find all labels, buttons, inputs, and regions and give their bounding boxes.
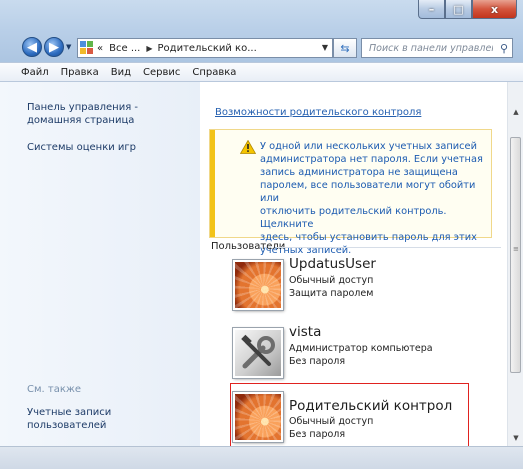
user-avatar-flower bbox=[233, 392, 283, 442]
address-segment-all[interactable]: Все ... bbox=[109, 43, 140, 54]
user-accounts-line2: пользователей bbox=[27, 420, 107, 431]
control-panel-icon bbox=[80, 41, 94, 55]
navigation-bar: ◀ ▶ ▼ « Все ... ▶ Родительский ко... ▼ ⇆… bbox=[0, 30, 523, 62]
window-frame: – □ x ◀ ▶ ▼ « Все ... ▶ Родительский ко.… bbox=[0, 0, 523, 469]
scroll-up-icon[interactable]: ▲ bbox=[509, 104, 523, 119]
scrollbar-thumb[interactable]: ≡ bbox=[510, 137, 521, 373]
user-avatar-flower bbox=[233, 260, 283, 310]
user-accounts-link[interactable]: Учетные записи пользователей bbox=[27, 406, 111, 432]
warning-line: У одной или нескольких учетных записей bbox=[260, 141, 477, 152]
warning-line: администратора нет пароля. Если учетная bbox=[260, 154, 483, 165]
left-pane: Панель управления - домашняя страница Си… bbox=[0, 82, 200, 446]
warning-line: здесь, чтобы установить пароль для этих bbox=[260, 232, 477, 243]
user-account-type: Обычный доступ bbox=[289, 275, 374, 286]
maximize-icon: □ bbox=[453, 2, 464, 16]
close-button[interactable]: x bbox=[472, 0, 517, 19]
address-arrow-icon[interactable]: ▶ bbox=[146, 44, 152, 53]
user-password-status: Без пароля bbox=[289, 356, 346, 367]
close-icon: x bbox=[490, 2, 499, 16]
warning-icon bbox=[240, 140, 256, 154]
menu-bar: Файл Правка Вид Сервис Справка bbox=[0, 62, 523, 82]
user-tile-parental-control[interactable]: Родительский контрол Обычный доступ Без … bbox=[230, 383, 469, 446]
menu-view[interactable]: Вид bbox=[106, 67, 136, 78]
see-also-heading: См. также bbox=[27, 384, 82, 395]
users-divider bbox=[276, 247, 501, 248]
users-heading: Пользователи bbox=[211, 241, 286, 252]
warning-bar bbox=[210, 130, 215, 237]
user-name: Родительский контрол bbox=[289, 398, 453, 414]
search-input[interactable] bbox=[367, 41, 495, 55]
user-password-status: Без пароля bbox=[289, 429, 346, 440]
window-controls: – □ x bbox=[418, 0, 517, 20]
back-button[interactable]: ◀ bbox=[22, 37, 42, 57]
user-name: UpdatusUser bbox=[289, 256, 376, 272]
user-name: vista bbox=[289, 324, 322, 340]
user-password-status: Защита паролем bbox=[289, 288, 374, 299]
admin-password-warning[interactable]: У одной или нескольких учетных записей а… bbox=[209, 129, 492, 256]
tools-icon bbox=[241, 334, 275, 369]
vertical-scrollbar[interactable]: ▲ ≡ ▼ bbox=[507, 82, 523, 446]
user-account-type: Обычный доступ bbox=[289, 416, 374, 427]
user-tile-vista[interactable]: vista Администратор компьютера Без парол… bbox=[231, 322, 491, 384]
menu-edit[interactable]: Правка bbox=[56, 67, 104, 78]
warning-line: запись администратора не защищена bbox=[260, 167, 458, 178]
user-accounts-line1: Учетные записи bbox=[27, 407, 112, 418]
menu-help[interactable]: Справка bbox=[187, 67, 241, 78]
address-segment-parental[interactable]: Родительский ко... bbox=[158, 43, 257, 54]
address-dropdown-icon[interactable]: ▼ bbox=[322, 43, 328, 52]
scrollbar-grip-icon: ≡ bbox=[513, 245, 519, 253]
address-overflow[interactable]: « bbox=[97, 43, 103, 54]
parental-controls-options-link[interactable]: Возможности родительского контроля bbox=[215, 107, 421, 118]
game-ratings-link[interactable]: Системы оценки игр bbox=[27, 141, 136, 154]
menu-file[interactable]: Файл bbox=[16, 67, 54, 78]
refresh-button[interactable]: ⇆ bbox=[333, 38, 357, 58]
warning-line: отключить родительский контроль. Щелкнит… bbox=[260, 206, 447, 230]
recent-pages-dropdown-icon[interactable]: ▼ bbox=[66, 43, 71, 51]
status-bar bbox=[0, 446, 523, 469]
user-avatar-tools bbox=[233, 328, 283, 378]
warning-line: паролем, все пользователи могут обойти и… bbox=[260, 180, 476, 204]
forward-button[interactable]: ▶ bbox=[44, 37, 64, 57]
refresh-icon: ⇆ bbox=[340, 41, 350, 55]
warning-text[interactable]: У одной или нескольких учетных записей а… bbox=[260, 140, 485, 257]
back-arrow-icon: ◀ bbox=[27, 39, 37, 55]
control-panel-home-link[interactable]: Панель управления - домашняя страница bbox=[27, 101, 138, 127]
search-box: ⚲ bbox=[361, 38, 513, 58]
title-bar: – □ x bbox=[0, 0, 523, 30]
menu-tools[interactable]: Сервис bbox=[138, 67, 185, 78]
control-panel-home-line2: домашняя страница bbox=[27, 115, 135, 126]
search-icon[interactable]: ⚲ bbox=[500, 42, 508, 55]
scroll-down-icon[interactable]: ▼ bbox=[509, 430, 523, 445]
control-panel-home-line1: Панель управления - bbox=[27, 102, 139, 113]
minimize-button[interactable]: – bbox=[418, 0, 445, 19]
forward-arrow-icon: ▶ bbox=[49, 39, 59, 55]
main-content: Возможности родительского контроля У одн… bbox=[200, 82, 507, 446]
user-tile-updatususer[interactable]: UpdatusUser Обычный доступ Защита пароле… bbox=[231, 254, 491, 316]
user-account-type: Администратор компьютера bbox=[289, 343, 433, 354]
minimize-icon: – bbox=[428, 2, 435, 16]
address-bar[interactable]: « Все ... ▶ Родительский ко... ▼ bbox=[77, 38, 333, 58]
maximize-button[interactable]: □ bbox=[445, 0, 472, 19]
